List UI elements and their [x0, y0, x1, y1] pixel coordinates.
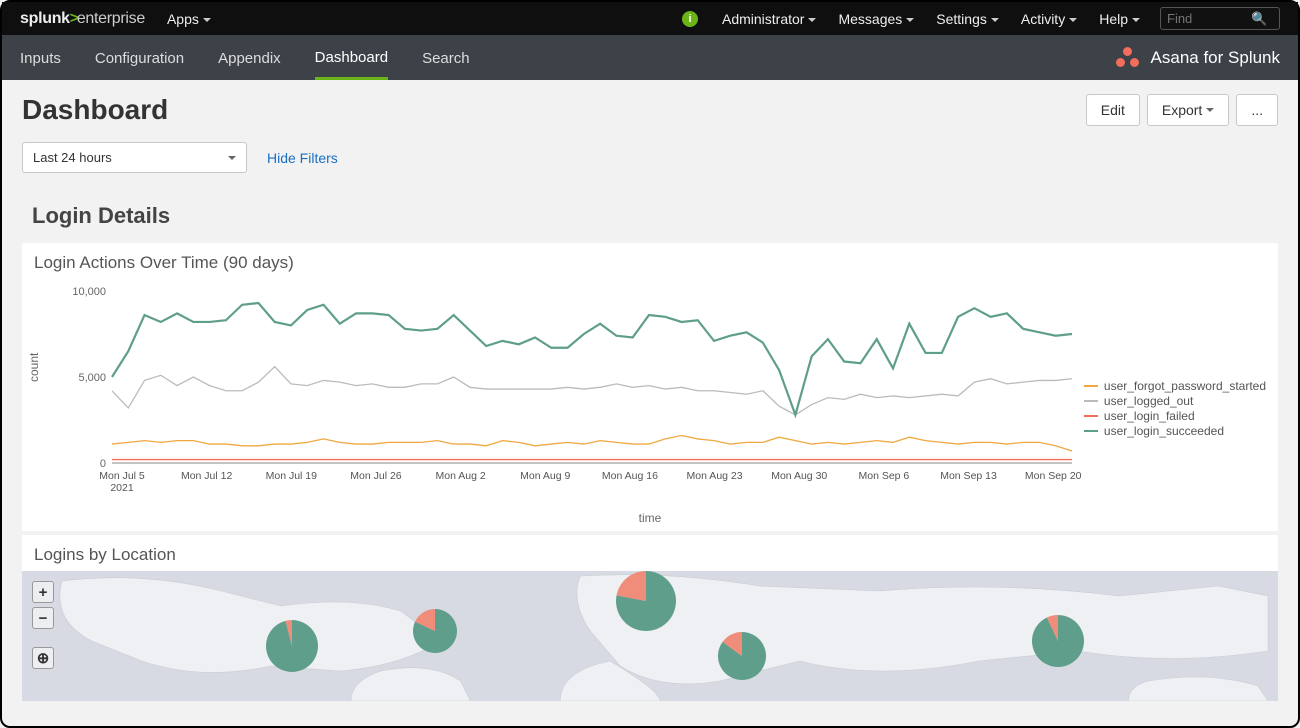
- title-bar: Dashboard Edit Export ...: [2, 80, 1298, 136]
- global-search[interactable]: 🔍: [1160, 7, 1280, 30]
- map-pie-na-west[interactable]: [266, 620, 318, 677]
- edit-button[interactable]: Edit: [1086, 94, 1140, 126]
- zoom-out-button[interactable]: −: [32, 607, 54, 629]
- search-input[interactable]: [1161, 11, 1251, 26]
- locate-button[interactable]: ⊕: [32, 647, 54, 669]
- tab-dashboard[interactable]: Dashboard: [315, 36, 388, 80]
- hide-filters-link[interactable]: Hide Filters: [267, 150, 338, 166]
- svg-text:Mon Jul 26: Mon Jul 26: [350, 470, 402, 482]
- panel-logins-by-location: Logins by Location + − ⊕: [22, 535, 1278, 701]
- legend-item[interactable]: user_login_failed: [1084, 409, 1266, 423]
- svg-text:Mon Sep 6: Mon Sep 6: [858, 470, 909, 482]
- chevron-down-icon: [1069, 18, 1077, 26]
- svg-text:0: 0: [100, 458, 106, 470]
- apps-menu[interactable]: Apps: [167, 11, 211, 27]
- map-pie-na-east[interactable]: [413, 609, 457, 658]
- svg-text:Mon Jul 5: Mon Jul 5: [99, 470, 145, 482]
- apps-label: Apps: [167, 11, 199, 27]
- panel-title: Login Actions Over Time (90 days): [22, 243, 1278, 279]
- filter-bar: Last 24 hours Hide Filters: [2, 136, 1298, 191]
- tab-configuration[interactable]: Configuration: [95, 37, 184, 78]
- chevron-down-icon: [906, 18, 914, 26]
- app-navbar: Inputs Configuration Appendix Dashboard …: [2, 35, 1298, 80]
- svg-text:Mon Jul 19: Mon Jul 19: [266, 470, 318, 482]
- svg-text:Mon Sep 13: Mon Sep 13: [940, 470, 997, 482]
- chart-xlabel: time: [22, 511, 1278, 531]
- svg-text:Mon Aug 30: Mon Aug 30: [771, 470, 827, 482]
- page-title: Dashboard: [22, 94, 168, 126]
- activity-menu[interactable]: Activity: [1021, 11, 1077, 27]
- time-range-label: Last 24 hours: [33, 150, 112, 165]
- settings-menu[interactable]: Settings: [936, 11, 999, 27]
- top-bar: splunk>enterprise Apps i Administrator M…: [2, 2, 1298, 35]
- chevron-down-icon: [808, 18, 816, 26]
- help-menu[interactable]: Help: [1099, 11, 1140, 27]
- logo-main: splunk: [20, 10, 70, 27]
- time-range-picker[interactable]: Last 24 hours: [22, 142, 247, 173]
- svg-text:Mon Sep 20: Mon Sep 20: [1025, 470, 1082, 482]
- chevron-down-icon: [228, 156, 236, 164]
- app-title-label: Asana for Splunk: [1151, 48, 1280, 68]
- chevron-down-icon: [1206, 108, 1214, 116]
- legend-item[interactable]: user_login_succeeded: [1084, 424, 1266, 438]
- app-logo: Asana for Splunk: [1113, 46, 1280, 70]
- chart-container: count 0 5,000 10,000 Mon Jul 52021 Mon Jul 1…: [22, 279, 1278, 511]
- zoom-in-button[interactable]: +: [32, 581, 54, 603]
- svg-text:2021: 2021: [110, 482, 134, 494]
- chevron-down-icon: [203, 18, 211, 26]
- export-button[interactable]: Export: [1147, 94, 1229, 126]
- svg-text:Mon Aug 9: Mon Aug 9: [520, 470, 570, 482]
- chart-ylabel: count: [27, 353, 41, 382]
- splunk-logo: splunk>enterprise: [20, 10, 145, 28]
- map-pie-middle-east[interactable]: [718, 632, 766, 685]
- svg-text:5,000: 5,000: [78, 372, 106, 384]
- logo-sub: enterprise: [77, 10, 145, 27]
- world-map[interactable]: + − ⊕: [22, 571, 1278, 701]
- chevron-down-icon: [991, 18, 999, 26]
- map-pie-asia-east[interactable]: [1032, 615, 1084, 672]
- legend-item[interactable]: user_forgot_password_started: [1084, 379, 1266, 393]
- map-controls: + − ⊕: [32, 581, 54, 669]
- info-icon[interactable]: i: [682, 11, 698, 27]
- administrator-menu[interactable]: Administrator: [722, 11, 816, 27]
- svg-text:Mon Aug 16: Mon Aug 16: [602, 470, 658, 482]
- svg-text:10,000: 10,000: [72, 286, 106, 298]
- messages-menu[interactable]: Messages: [838, 11, 914, 27]
- section-title: Login Details: [2, 191, 1298, 243]
- svg-text:Mon Aug 2: Mon Aug 2: [436, 470, 486, 482]
- tab-inputs[interactable]: Inputs: [20, 37, 61, 78]
- panel-title: Logins by Location: [22, 535, 1278, 571]
- tab-appendix[interactable]: Appendix: [218, 37, 281, 78]
- more-button[interactable]: ...: [1236, 94, 1278, 126]
- asana-icon: [1113, 46, 1141, 70]
- line-chart[interactable]: 0 5,000 10,000 Mon Jul 52021 Mon Jul 12 Mon J…: [72, 283, 1082, 503]
- legend-item[interactable]: user_logged_out: [1084, 394, 1266, 408]
- chevron-down-icon: [1132, 18, 1140, 26]
- map-pie-europe[interactable]: [616, 571, 676, 636]
- panel-login-actions: Login Actions Over Time (90 days) count …: [22, 243, 1278, 531]
- tab-search[interactable]: Search: [422, 37, 470, 78]
- svg-text:Mon Aug 23: Mon Aug 23: [687, 470, 743, 482]
- chart-legend: user_forgot_password_starteduser_logged_…: [1084, 379, 1266, 439]
- svg-text:Mon Jul 12: Mon Jul 12: [181, 470, 233, 482]
- search-icon[interactable]: 🔍: [1251, 11, 1273, 27]
